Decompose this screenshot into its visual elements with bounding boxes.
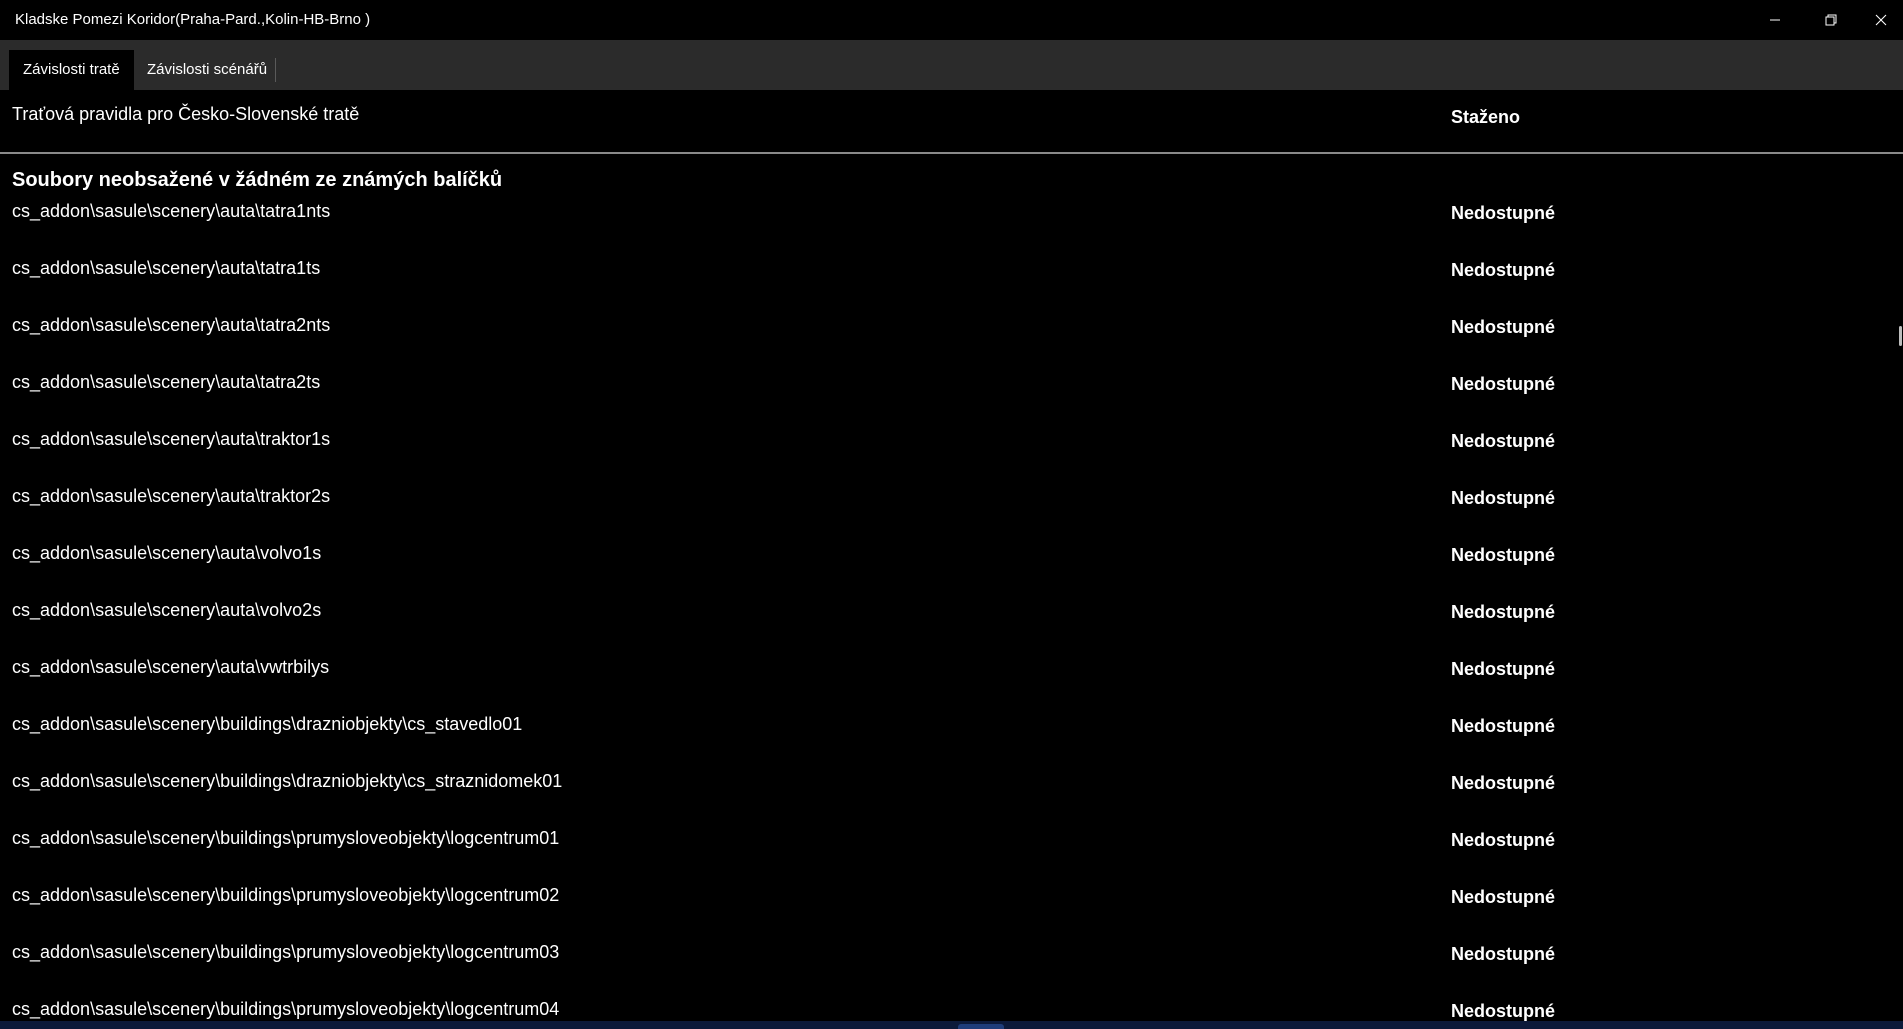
file-status: Nedostupné bbox=[1451, 317, 1556, 337]
tab-track-dependencies[interactable]: Závislosti tratě bbox=[9, 50, 134, 90]
list-item[interactable]: cs_addon\sasule\scenery\auta\tatra2nts N… bbox=[0, 312, 1890, 369]
minimize-button[interactable] bbox=[1747, 0, 1803, 40]
track-rules-name: Traťová pravidla pro Česko-Slovenské tra… bbox=[12, 104, 360, 124]
file-path: cs_addon\sasule\scenery\buildings\prumys… bbox=[12, 885, 560, 905]
vertical-scrollbar[interactable] bbox=[1897, 198, 1903, 1029]
file-status: Nedostupné bbox=[1451, 545, 1556, 565]
dependencies-content: Traťová pravidla pro Česko-Slovenské tra… bbox=[0, 90, 1903, 1029]
restore-button[interactable] bbox=[1803, 0, 1859, 40]
file-path: cs_addon\sasule\scenery\buildings\drazni… bbox=[12, 714, 523, 734]
list-item[interactable]: cs_addon\sasule\scenery\auta\tatra1nts N… bbox=[0, 198, 1890, 255]
section-heading: Soubory neobsažené v žádném ze známých b… bbox=[12, 169, 503, 191]
file-status: Nedostupné bbox=[1451, 944, 1556, 964]
file-path: cs_addon\sasule\scenery\buildings\prumys… bbox=[12, 999, 560, 1019]
restore-icon bbox=[1825, 14, 1837, 26]
file-status: Nedostupné bbox=[1451, 260, 1556, 280]
file-status: Nedostupné bbox=[1451, 830, 1556, 850]
close-button[interactable] bbox=[1859, 0, 1903, 40]
file-status: Nedostupné bbox=[1451, 374, 1556, 394]
file-path: cs_addon\sasule\scenery\auta\traktor1s bbox=[12, 429, 331, 449]
list-item[interactable]: cs_addon\sasule\scenery\auta\tatra1ts Ne… bbox=[0, 255, 1890, 312]
file-status: Nedostupné bbox=[1451, 203, 1556, 223]
file-status: Nedostupné bbox=[1451, 1001, 1556, 1021]
tab-separator bbox=[275, 58, 276, 82]
title-bar[interactable]: Kladske Pomezi Koridor(Praha-Pard.,Kolin… bbox=[0, 0, 1903, 40]
file-path: cs_addon\sasule\scenery\auta\tatra1nts bbox=[12, 201, 331, 221]
list-item[interactable]: cs_addon\sasule\scenery\buildings\prumys… bbox=[0, 939, 1890, 996]
file-path: cs_addon\sasule\scenery\buildings\prumys… bbox=[12, 942, 560, 962]
file-list[interactable]: cs_addon\sasule\scenery\auta\tatra1nts N… bbox=[0, 198, 1890, 1029]
file-path: cs_addon\sasule\scenery\buildings\drazni… bbox=[12, 771, 563, 791]
file-status: Nedostupné bbox=[1451, 431, 1556, 451]
file-status: Nedostupné bbox=[1451, 602, 1556, 622]
file-path: cs_addon\sasule\scenery\auta\tatra2nts bbox=[12, 315, 331, 335]
list-item[interactable]: cs_addon\sasule\scenery\auta\volvo1s Ned… bbox=[0, 540, 1890, 597]
list-item[interactable]: cs_addon\sasule\scenery\auta\vwtrbilys N… bbox=[0, 654, 1890, 711]
file-status: Nedostupné bbox=[1451, 488, 1556, 508]
tab-strip: Závislosti tratě Závislosti scénářů bbox=[0, 40, 1903, 90]
list-item[interactable]: cs_addon\sasule\scenery\buildings\prumys… bbox=[0, 882, 1890, 939]
file-path: cs_addon\sasule\scenery\auta\tatra2ts bbox=[12, 372, 321, 392]
tab-scenario-dependencies[interactable]: Závislosti scénářů bbox=[133, 50, 281, 90]
window-title: Kladske Pomezi Koridor(Praha-Pard.,Kolin… bbox=[15, 11, 371, 28]
file-path: cs_addon\sasule\scenery\auta\volvo1s bbox=[12, 543, 322, 563]
app-window: Kladske Pomezi Koridor(Praha-Pard.,Kolin… bbox=[0, 0, 1903, 1029]
scrollbar-thumb[interactable] bbox=[1899, 326, 1902, 346]
list-item[interactable]: cs_addon\sasule\scenery\auta\traktor1s N… bbox=[0, 426, 1890, 483]
list-item[interactable]: cs_addon\sasule\scenery\auta\volvo2s Ned… bbox=[0, 597, 1890, 654]
taskbar-edge bbox=[0, 1021, 1903, 1029]
file-status: Nedostupné bbox=[1451, 716, 1556, 736]
minimize-icon bbox=[1769, 14, 1781, 26]
file-path: cs_addon\sasule\scenery\auta\traktor2s bbox=[12, 486, 331, 506]
taskbar-indicator bbox=[958, 1024, 1004, 1029]
close-icon bbox=[1875, 14, 1887, 26]
list-item[interactable]: cs_addon\sasule\scenery\auta\tatra2ts Ne… bbox=[0, 369, 1890, 426]
file-path: cs_addon\sasule\scenery\buildings\prumys… bbox=[12, 828, 560, 848]
file-path: cs_addon\sasule\scenery\auta\tatra1ts bbox=[12, 258, 321, 278]
list-item[interactable]: cs_addon\sasule\scenery\buildings\prumys… bbox=[0, 825, 1890, 882]
file-path: cs_addon\sasule\scenery\auta\vwtrbilys bbox=[12, 657, 330, 677]
file-status: Nedostupné bbox=[1451, 773, 1556, 793]
file-status: Nedostupné bbox=[1451, 659, 1556, 679]
file-status: Nedostupné bbox=[1451, 887, 1556, 907]
file-path: cs_addon\sasule\scenery\auta\volvo2s bbox=[12, 600, 322, 620]
list-item[interactable]: cs_addon\sasule\scenery\buildings\drazni… bbox=[0, 768, 1890, 825]
track-rules-status: Staženo bbox=[1451, 107, 1521, 127]
list-item[interactable]: cs_addon\sasule\scenery\buildings\drazni… bbox=[0, 711, 1890, 768]
divider bbox=[0, 152, 1903, 154]
track-rules-row[interactable]: Traťová pravidla pro Česko-Slovenské tra… bbox=[0, 90, 1903, 152]
list-item[interactable]: cs_addon\sasule\scenery\auta\traktor2s N… bbox=[0, 483, 1890, 540]
